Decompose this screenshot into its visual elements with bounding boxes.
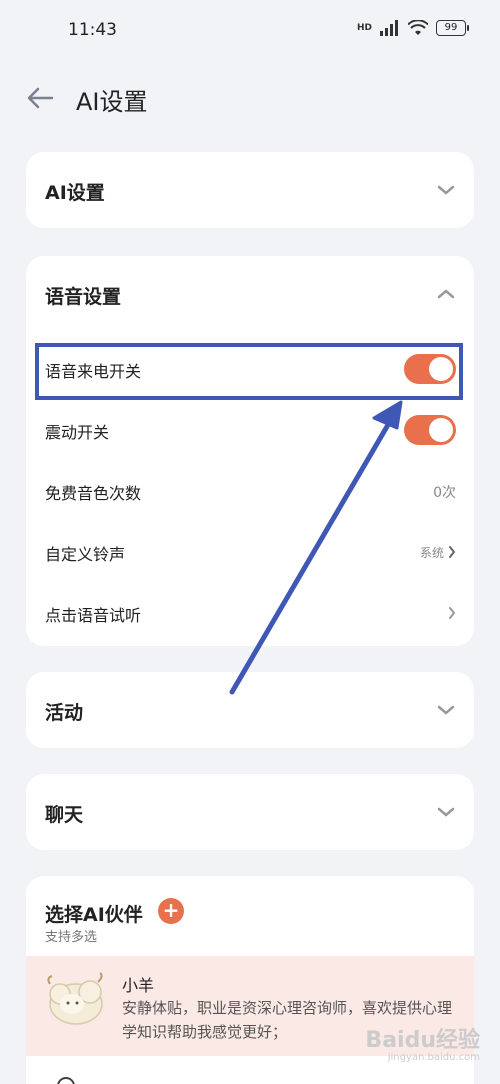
- status-icons: HD 99: [356, 20, 469, 36]
- activity-title: 活动: [45, 702, 84, 724]
- ai-settings-card[interactable]: AI设置: [26, 152, 474, 228]
- page-title: AI设置: [76, 88, 148, 116]
- watermark-brand: Baidu经验: [365, 1028, 480, 1053]
- free-voice-label: 免费音色次数: [45, 484, 142, 503]
- free-voice-row: 免费音色次数 0次: [26, 463, 474, 519]
- status-bar: 11:43 HD 99: [0, 0, 500, 60]
- add-companion-button[interactable]: +: [158, 898, 184, 924]
- chat-title: 聊天: [45, 804, 84, 826]
- custom-ringtone-label: 自定义铃声: [45, 545, 126, 564]
- chevron-right-icon: [449, 546, 456, 558]
- custom-ringtone-row[interactable]: 自定义铃声 系统: [26, 524, 474, 580]
- watermark-url: jingyan.baidu.com: [387, 1052, 480, 1063]
- chevron-down-icon[interactable]: [434, 698, 458, 722]
- sheep-avatar-icon: [47, 972, 103, 1025]
- voice-preview-row[interactable]: 点击语音试听: [26, 585, 474, 641]
- voice-settings-card: 语音设置 语音来电开关 震动开关 免费音色次数 0次 自定义铃声 系统 点击语音…: [26, 256, 474, 646]
- vibration-toggle[interactable]: [404, 415, 456, 445]
- activity-card[interactable]: 活动: [26, 672, 474, 748]
- chevron-right-icon: [449, 607, 456, 619]
- status-time: 11:43: [68, 20, 117, 40]
- companion-title: 选择AI伙伴: [45, 904, 143, 926]
- annotation-highlight-box: [35, 343, 463, 400]
- network-label: HD: [356, 23, 372, 33]
- chevron-down-icon[interactable]: [434, 178, 458, 202]
- toggle-knob: [429, 418, 453, 442]
- back-arrow-icon: [27, 87, 54, 109]
- voice-settings-title: 语音设置: [45, 286, 122, 308]
- header: AI设置: [0, 78, 500, 118]
- wifi-icon: [408, 20, 428, 35]
- chat-card[interactable]: 聊天: [26, 774, 474, 850]
- vibration-label: 震动开关: [45, 423, 110, 442]
- companion-name: 小羊: [122, 976, 155, 995]
- companion-subtitle: 支持多选: [45, 930, 98, 945]
- free-voice-count: 0次: [433, 485, 456, 501]
- ai-settings-title: AI设置: [45, 182, 105, 204]
- voice-preview-label: 点击语音试听: [45, 606, 142, 625]
- back-button[interactable]: [24, 82, 56, 114]
- chevron-up-icon[interactable]: [434, 282, 458, 306]
- avatar-icon: [57, 1077, 75, 1084]
- battery-icon: 99: [436, 20, 469, 36]
- signal-icon: [380, 20, 398, 36]
- vibration-row: 震动开关: [26, 402, 474, 458]
- chevron-down-icon[interactable]: [434, 800, 458, 824]
- custom-ringtone-value: 系统: [419, 546, 444, 560]
